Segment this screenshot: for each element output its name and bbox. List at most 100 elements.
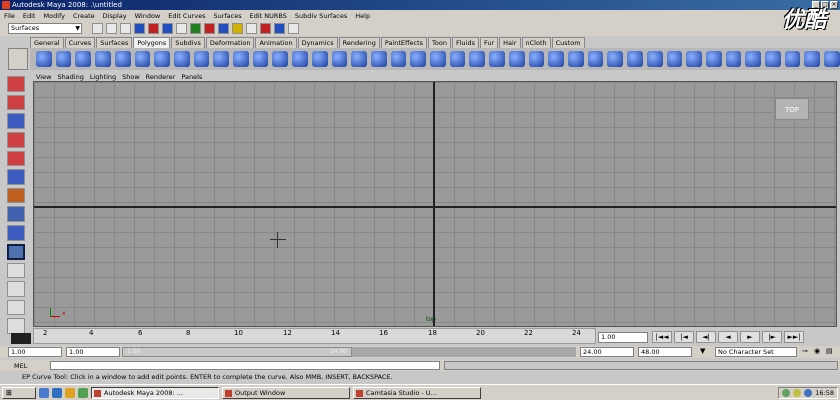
shelf-tab-rendering[interactable]: Rendering [338,37,380,48]
four-view-layout-icon[interactable] [7,281,25,297]
panel-menu-shading[interactable]: Shading [57,73,83,81]
cleanup-icon[interactable] [804,51,821,67]
select-hierarchy-icon[interactable] [134,23,145,34]
shelf-menu-button[interactable] [8,48,28,70]
show-manipulator-icon[interactable] [7,225,25,241]
close-button[interactable]: × [830,1,838,9]
poly-soccer-ball-icon[interactable] [233,51,249,67]
go-to-end-button[interactable]: ►►| [784,331,804,343]
menu-modify[interactable]: Modify [43,12,65,20]
boolean-union-icon[interactable] [331,51,348,67]
poly-cone-icon[interactable] [95,51,111,67]
triangulate-icon[interactable] [765,51,781,67]
append-polygon-icon[interactable] [449,51,466,67]
checker-icon[interactable] [646,51,663,67]
ipr-render-icon[interactable] [274,23,285,34]
panel-menu-renderer[interactable]: Renderer [146,73,176,81]
menu-display[interactable]: Display [103,12,127,20]
snap-grid-icon[interactable] [190,23,201,34]
task-camtasia[interactable]: Camtasia Studio - U... [353,386,481,399]
menu-subdiv-surfaces[interactable]: Subdiv Surfaces [295,12,347,20]
show-desktop-icon[interactable] [39,387,49,398]
start-button[interactable]: ⊞ [2,386,36,399]
poly-sphere-icon[interactable] [36,51,52,67]
shelf-tab-polygons[interactable]: Polygons [133,37,171,48]
playback-start-field[interactable]: 1.00 [66,347,120,357]
task-output-window[interactable]: Output Window [222,386,350,399]
mel-command-input[interactable] [50,361,440,370]
cylindrical-mapping-icon[interactable] [567,51,584,67]
planar-mapping-icon[interactable] [548,51,564,67]
time-slider[interactable]: 2 4 6 8 10 12 14 16 18 20 22 24 [33,328,596,344]
quadrangulate-icon[interactable] [784,51,801,67]
animation-preferences-icon[interactable]: ▤ [826,347,833,355]
play-forwards-button[interactable]: ► [740,331,760,343]
poly-helix-icon[interactable] [213,51,230,67]
automatic-mapping-icon[interactable] [607,51,624,67]
menu-edit[interactable]: Edit [23,12,36,20]
poly-prism-icon[interactable] [154,51,170,67]
soften-edge-icon[interactable] [705,51,722,67]
snap-curve-icon[interactable] [204,23,215,34]
soft-modification-tool-icon[interactable] [7,206,25,222]
new-scene-icon[interactable] [92,23,103,34]
character-set-field[interactable]: No Character Set [715,347,797,357]
open-scene-icon[interactable] [106,23,117,34]
outliner-layout-icon[interactable] [7,299,25,316]
single-perspective-layout-icon[interactable] [7,262,25,279]
create-uv-shell-icon[interactable] [666,51,683,67]
normal-icon[interactable] [686,51,702,67]
lasso-tool-icon[interactable] [7,94,25,111]
poly-plane-icon[interactable] [114,51,131,67]
step-forward-key-button[interactable]: |► [762,331,782,343]
offset-edge-loop-icon[interactable] [508,51,525,67]
ep-curve-tool-icon[interactable] [7,243,25,260]
render-settings-icon[interactable] [288,23,299,34]
range-slider[interactable]: 1.00 24.00 [122,347,576,357]
extrude-icon[interactable] [410,51,427,67]
reverse-normals-icon[interactable] [745,51,762,67]
tray-network-icon[interactable] [782,389,791,397]
boolean-intersection-icon[interactable] [370,51,387,67]
mel-label[interactable]: MEL [14,362,27,370]
paint-select-tool-icon[interactable] [7,113,25,129]
media-icon[interactable] [78,387,88,398]
snap-point-icon[interactable] [218,23,229,34]
shelf-tab-fur[interactable]: Fur [479,37,499,48]
shelf-tab-custom[interactable]: Custom [551,37,585,48]
shelf-tab-animation[interactable]: Animation [255,37,297,48]
select-tool-icon[interactable] [7,76,25,92]
top-viewport[interactable]: TOP x top [33,81,837,327]
shelf-tab-dynamics[interactable]: Dynamics [297,37,338,48]
history-icon[interactable] [246,23,257,34]
shelf-tab-subdivs[interactable]: Subdivs [171,37,205,48]
task-maya[interactable]: Autodesk Maya 2008: ... [91,386,219,399]
tray-volume-icon[interactable] [793,389,802,397]
panel-menu-show[interactable]: Show [122,73,140,81]
range-slider-handle[interactable]: 1.00 24.00 [122,347,352,357]
separate-icon[interactable] [272,51,289,67]
shelf-tab-hair[interactable]: Hair [499,37,521,48]
animation-end-field[interactable]: 48.00 [638,347,692,357]
bridge-icon[interactable] [430,51,446,67]
menu-edit-curves[interactable]: Edit Curves [168,12,205,20]
step-back-frame-button[interactable]: |◄ [674,331,694,343]
panel-menu-view[interactable]: View [36,73,51,81]
select-object-icon[interactable] [148,23,159,34]
menu-edit-nurbs[interactable]: Edit NURBS [250,12,287,20]
shelf-tab-curves[interactable]: Curves [64,37,96,48]
character-set-dropdown-icon[interactable]: ▼ [700,347,705,355]
auto-key-icon[interactable]: ◉ [814,347,820,355]
menu-create[interactable]: Create [73,12,95,20]
menu-set-dropdown[interactable]: Surfaces [8,23,82,34]
insert-edge-loop-icon[interactable] [489,51,505,67]
boolean-difference-icon[interactable] [351,51,367,67]
view-cube-top[interactable]: TOP [775,98,809,120]
shelf-tab-general[interactable]: General [30,37,64,48]
save-scene-icon[interactable] [120,23,131,34]
scale-tool-icon[interactable] [7,169,25,185]
bevel-icon[interactable] [528,51,545,67]
spherical-mapping-icon[interactable] [587,51,604,67]
select-component-icon[interactable] [162,23,173,34]
playback-end-field[interactable]: 24.00 [580,347,634,357]
